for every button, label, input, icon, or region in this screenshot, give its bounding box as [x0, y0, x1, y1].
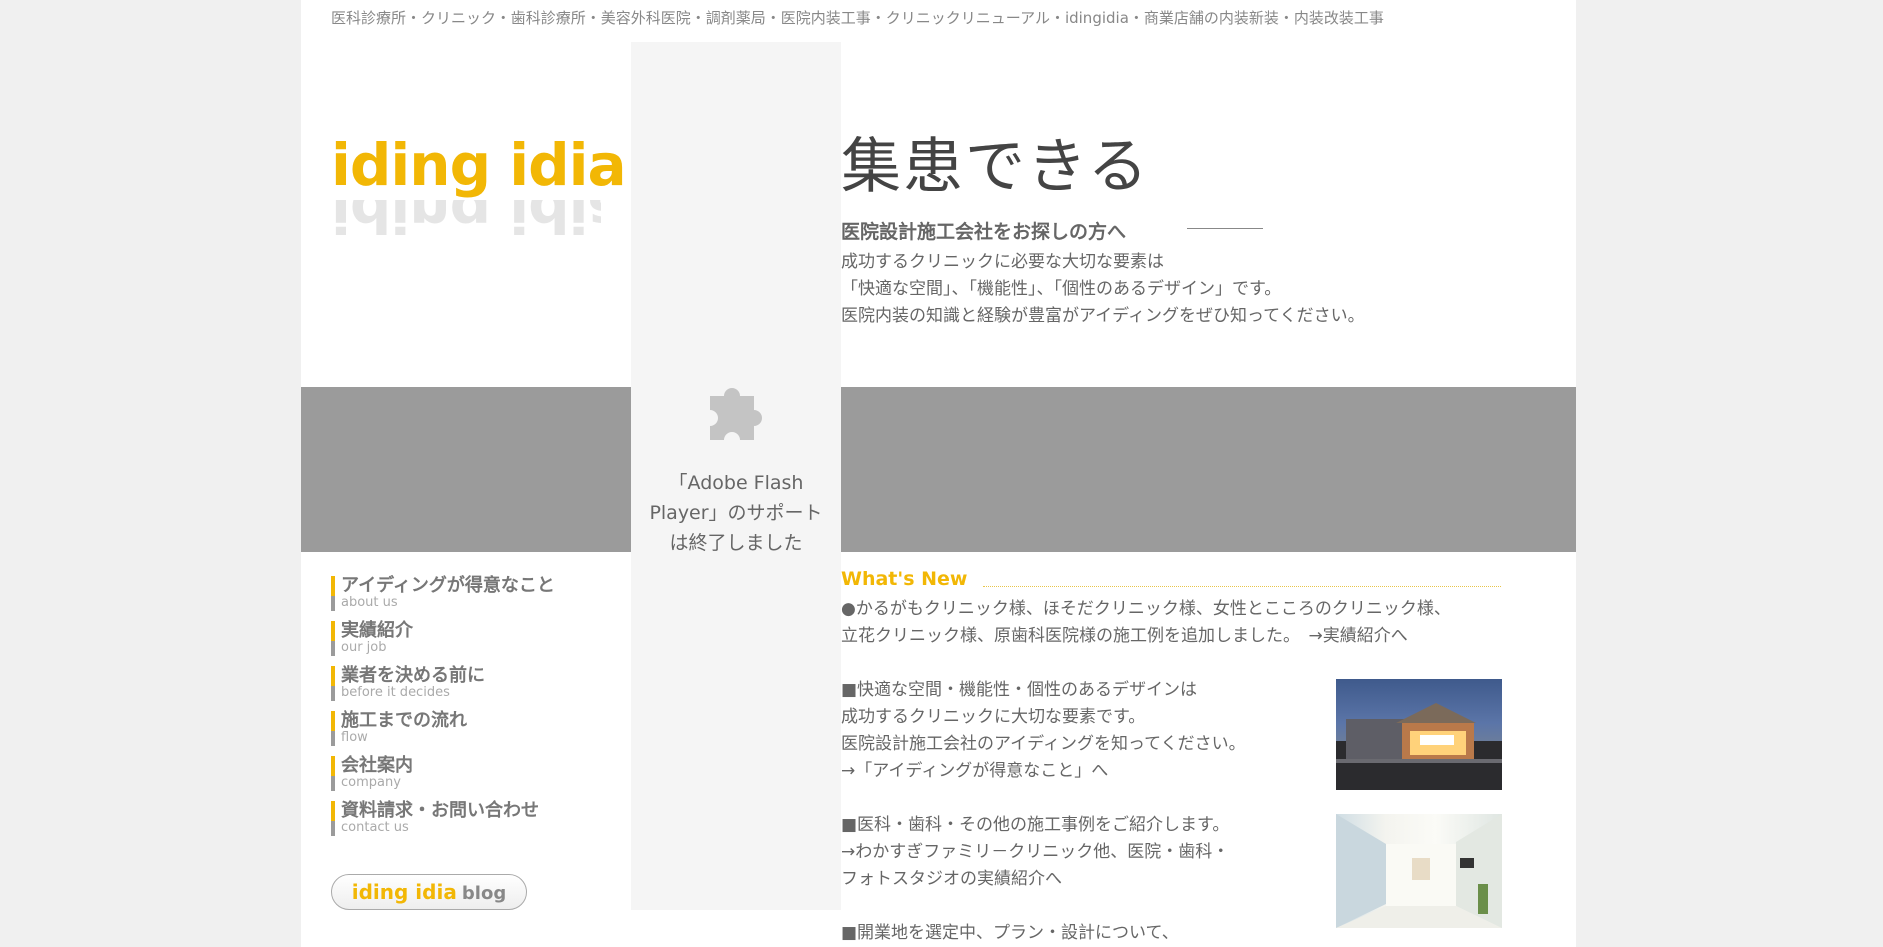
nav-item-flow[interactable]: 施工までの流れ flow — [331, 711, 601, 746]
nav-marker — [331, 596, 335, 611]
side-nav: アイディングが得意なこと about us 実績紹介 our job 業者を決め… — [331, 576, 601, 846]
nav-marker — [331, 776, 335, 791]
clinic-interior-illustration — [1336, 814, 1502, 928]
nav-item-contact-us[interactable]: 資料請求・お問い合わせ contact us — [331, 801, 601, 836]
logo-text: iding idia — [331, 131, 627, 199]
logo-reflection: iding idia — [331, 200, 601, 236]
blog-button[interactable]: iding idia blog — [331, 874, 527, 910]
blog-label: blog — [461, 883, 507, 904]
nav-marker — [331, 731, 335, 746]
nav-marker — [331, 821, 335, 836]
nav-item-sublabel: our job — [341, 640, 387, 655]
gray-band — [301, 387, 1576, 552]
nav-item-label: 会社案内 — [341, 755, 413, 776]
whats-new-title: What's New — [841, 568, 968, 590]
hero-subhead: 医院設計施工会社をお探しの方へ — [841, 221, 1127, 243]
works-examples-link-cont[interactable]: フォトスタジオの実績紹介へ — [841, 869, 1062, 889]
puzzle-icon — [710, 388, 762, 440]
clinic-exterior-illustration — [1336, 703, 1502, 790]
nav-marker — [331, 711, 335, 731]
intro-line: 成功するクリニックに必要な大切な要素は — [841, 252, 1164, 272]
nav-item-sublabel: flow — [341, 730, 368, 745]
page: 医科診療所・クリニック・歯科診療所・美容外科医院・調剤薬局・医院内装工事・クリニ… — [301, 0, 1576, 947]
nav-item-label: アイディングが得意なこと — [341, 575, 555, 596]
nav-item-our-job[interactable]: 実績紹介 our job — [331, 621, 601, 656]
nav-marker — [331, 801, 335, 821]
whats-new-divider — [983, 586, 1501, 587]
flash-message: 「Adobe Flash Player」のサポートは終了しました — [649, 472, 823, 554]
intro-line: 「快適な空間」、「機能性」、「個性のあるデザイン」です。 — [841, 279, 1282, 299]
nav-item-company[interactable]: 会社案内 company — [331, 756, 601, 791]
nav-item-label: 業者を決める前に — [341, 665, 485, 686]
intro-line: 医院内装の知識と経験が豊富がアイディングをぜひ知ってください。 — [841, 306, 1365, 326]
nav-item-sublabel: before it decides — [341, 685, 450, 700]
nav-item-sublabel: about us — [341, 595, 398, 610]
nav-marker — [331, 621, 335, 641]
nav-marker — [331, 641, 335, 656]
nav-item-label: 資料請求・お問い合わせ — [341, 800, 539, 821]
works-link[interactable]: →実績紹介へ — [1309, 626, 1408, 646]
news-text: 立花クリニック様、原歯科医院様の施工例を追加しました。 →実績紹介へ — [841, 626, 1408, 646]
header-tagline: 医科診療所・クリニック・歯科診療所・美容外科医院・調剤薬局・医院内装工事・クリニ… — [331, 9, 1384, 27]
news-text: ●かるがもクリニック様、ほそだクリニック様、女性とこころのクリニック様、 — [841, 599, 1451, 619]
clinic-interior-photo[interactable] — [1336, 814, 1502, 928]
nav-item-label: 施工までの流れ — [341, 710, 467, 731]
nav-marker — [331, 666, 335, 686]
hero-headline: 集患できる — [841, 132, 1150, 202]
nav-marker — [331, 576, 335, 596]
works-examples-link[interactable]: →わかすぎファミリ－クリニック他、医院・歯科・ — [841, 842, 1229, 862]
clinic-exterior-photo[interactable] — [1336, 679, 1502, 790]
nav-item-label: 実績紹介 — [341, 620, 413, 641]
nav-item-about-us[interactable]: アイディングが得意なこと about us — [331, 576, 601, 611]
nav-item-sublabel: company — [341, 775, 401, 790]
subhead-divider — [1187, 228, 1263, 229]
blog-brand: iding idia — [351, 880, 457, 904]
nav-marker — [331, 686, 335, 701]
flash-placeholder: 「Adobe Flash Player」のサポートは終了しました — [631, 42, 841, 910]
nav-item-sublabel: contact us — [341, 820, 409, 835]
about-us-link[interactable]: →「アイディングが得意なこと」へ — [841, 761, 1108, 781]
site-logo[interactable]: iding idia iding idia — [331, 130, 627, 250]
hero-intro: 成功するクリニックに必要な大切な要素は 「快適な空間」、「機能性」、「個性のある… — [841, 249, 1365, 330]
nav-item-before-it-decides[interactable]: 業者を決める前に before it decides — [331, 666, 601, 701]
nav-marker — [331, 756, 335, 776]
